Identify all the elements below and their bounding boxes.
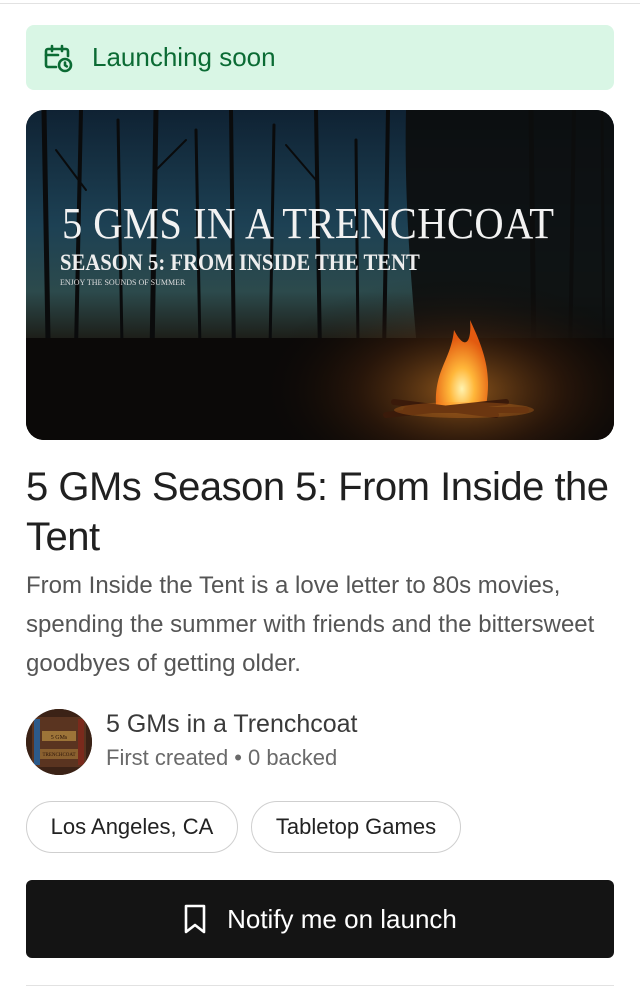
top-divider xyxy=(0,3,640,4)
meta-separator: • xyxy=(234,745,242,770)
calendar-clock-icon xyxy=(42,42,74,74)
avatar-text-top: 5 GMs xyxy=(51,735,68,741)
bookmark-icon xyxy=(183,904,207,934)
notify-me-button[interactable]: Notify me on launch xyxy=(26,880,614,958)
hero-tagline: ENJOY THE SOUNDS OF SUMMER xyxy=(60,278,186,287)
creator-name[interactable]: 5 GMs in a Trenchcoat xyxy=(106,710,358,739)
creator-meta: First created • 0 backed xyxy=(106,745,337,771)
creator-row[interactable]: 5 GMs TRENCHCOAT 5 GMs in a Trenchcoat F… xyxy=(26,709,614,775)
launching-soon-banner: Launching soon xyxy=(26,25,614,90)
category-tag[interactable]: Tabletop Games xyxy=(251,801,461,853)
hero-subtitle: SEASON 5: FROM INSIDE THE TENT xyxy=(60,250,420,275)
project-title: 5 GMs Season 5: From Inside the Tent xyxy=(26,465,609,559)
creator-avatar[interactable]: 5 GMs TRENCHCOAT xyxy=(26,709,92,775)
project-description: From Inside the Tent is a love letter to… xyxy=(26,572,595,677)
avatar-text-bottom: TRENCHCOAT xyxy=(42,753,75,758)
location-tag[interactable]: Los Angeles, CA xyxy=(26,801,238,853)
hero-title: 5 GMS IN A TRENCHCOAT xyxy=(62,199,555,248)
banner-label: Launching soon xyxy=(92,42,276,72)
creator-backed-count: 0 backed xyxy=(247,745,338,770)
notify-me-label: Notify me on launch xyxy=(227,903,457,934)
bottom-divider xyxy=(26,985,614,986)
creator-status: First created xyxy=(106,745,229,770)
project-hero-image[interactable]: 5 GMS IN A TRENCHCOAT SEASON 5: FROM INS… xyxy=(26,110,614,440)
